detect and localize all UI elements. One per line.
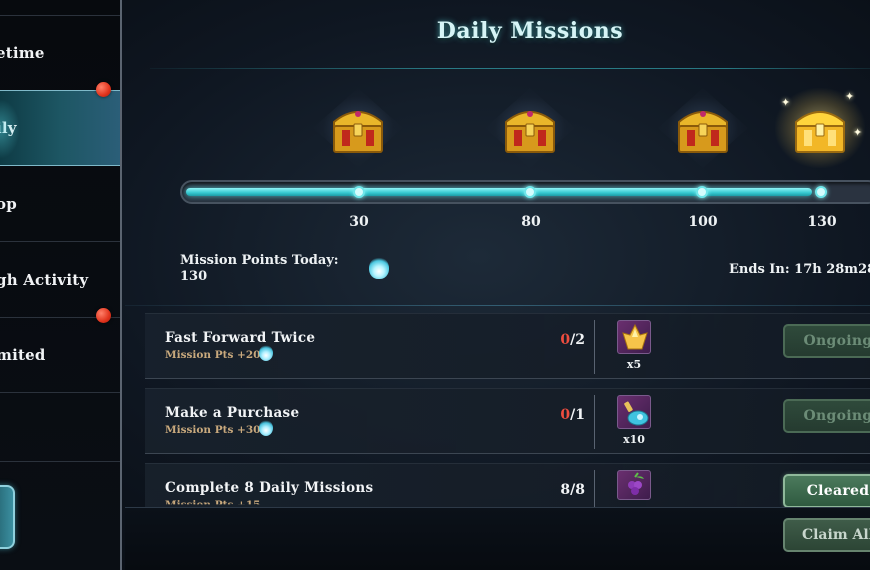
sparkle-icon: ✦ xyxy=(781,96,791,109)
milestone-label: 100 xyxy=(688,214,718,230)
milestone-label: 80 xyxy=(521,214,541,230)
milestone-label: 130 xyxy=(807,214,837,230)
sidebar-item-label: op xyxy=(0,194,17,213)
milestone-chest-2[interactable] xyxy=(485,88,575,168)
sidebar-item-daily[interactable]: ily xyxy=(0,90,120,166)
sidebar-divider xyxy=(0,461,120,462)
milestone-label: 30 xyxy=(349,214,369,230)
sidebar-item-shop[interactable]: op xyxy=(0,166,120,242)
milestone-chest-3[interactable] xyxy=(658,88,748,168)
mission-progress: 0/1 xyxy=(560,407,585,423)
mission-points-value: 130 xyxy=(180,269,208,284)
reward-quantity: x10 xyxy=(623,433,645,446)
milestone-node xyxy=(696,186,708,198)
list-divider xyxy=(125,305,870,306)
mission-row: Fast Forward Twice Mission Pts +20 0/2 x… xyxy=(145,313,870,379)
notification-dot xyxy=(96,82,111,97)
mission-row: Make a Purchase Mission Pts +30 0/1 x10 … xyxy=(145,388,870,454)
ongoing-button[interactable]: Ongoing xyxy=(783,324,870,358)
mission-points-reward: Mission Pts +30 xyxy=(165,424,261,436)
footer-bar xyxy=(125,507,870,570)
claim-all-button[interactable]: Claim All xyxy=(783,518,870,552)
mission-progress-fill xyxy=(186,188,812,196)
treasure-chest-icon xyxy=(333,111,383,153)
milestone-chest-1[interactable] xyxy=(313,88,403,168)
notification-dot xyxy=(96,308,111,323)
ongoing-button[interactable]: Ongoing xyxy=(783,399,870,433)
mission-points-reward: Mission Pts +20 xyxy=(165,349,261,361)
mission-name: Make a Purchase xyxy=(165,405,300,421)
sidebar-item-label: mited xyxy=(0,345,46,364)
reward-quantity: x5 xyxy=(626,358,642,371)
potion-icon[interactable] xyxy=(617,395,651,429)
sparkle-icon: ✦ xyxy=(853,126,863,139)
milestone-chest-4[interactable]: ✦ ✦ ✦ xyxy=(775,88,865,168)
sparkle-icon: ✦ xyxy=(845,90,855,103)
crystal-icon[interactable] xyxy=(617,320,651,354)
cleared-button[interactable]: Cleared xyxy=(783,474,870,508)
title-divider xyxy=(150,68,870,69)
mission-name: Fast Forward Twice xyxy=(165,330,316,346)
sidebar-item-label: gh Activity xyxy=(0,270,89,289)
sidebar-item-label: ily xyxy=(0,119,17,137)
ends-in-timer: Ends In: 17h 28m28 xyxy=(729,262,870,277)
milestone-node xyxy=(353,186,365,198)
open-treasure-chest-icon xyxy=(795,111,845,153)
mission-points-caption: Mission Points Today: xyxy=(180,253,339,268)
milestone-node xyxy=(524,186,536,198)
sidebar-item-label: etime xyxy=(0,43,45,62)
mission-point-flame-icon xyxy=(369,257,389,279)
treasure-chest-icon xyxy=(678,111,728,153)
mission-point-flame-icon xyxy=(259,420,273,436)
mission-points-label: Mission Points Today: 130 xyxy=(180,253,339,285)
sidebar-item-limited[interactable]: mited xyxy=(0,317,120,393)
page-title: Daily Missions xyxy=(436,18,624,44)
row-divider xyxy=(594,395,595,449)
mission-progress: 8/8 xyxy=(560,482,585,498)
row-divider xyxy=(594,470,595,510)
grapes-icon[interactable] xyxy=(617,470,651,500)
sidebar-item-lifetime[interactable]: etime xyxy=(0,15,120,91)
mission-progress: 0/2 xyxy=(560,332,585,348)
mission-name: Complete 8 Daily Missions xyxy=(165,480,374,496)
sidebar-action-button[interactable] xyxy=(0,485,15,549)
mission-point-flame-icon xyxy=(259,345,273,361)
sidebar-item-high-activity[interactable]: gh Activity xyxy=(0,242,120,318)
milestone-node xyxy=(815,186,827,198)
treasure-chest-icon xyxy=(505,111,555,153)
row-divider xyxy=(594,320,595,374)
mission-row: Complete 8 Daily Missions Mission Pts +1… xyxy=(145,463,870,511)
